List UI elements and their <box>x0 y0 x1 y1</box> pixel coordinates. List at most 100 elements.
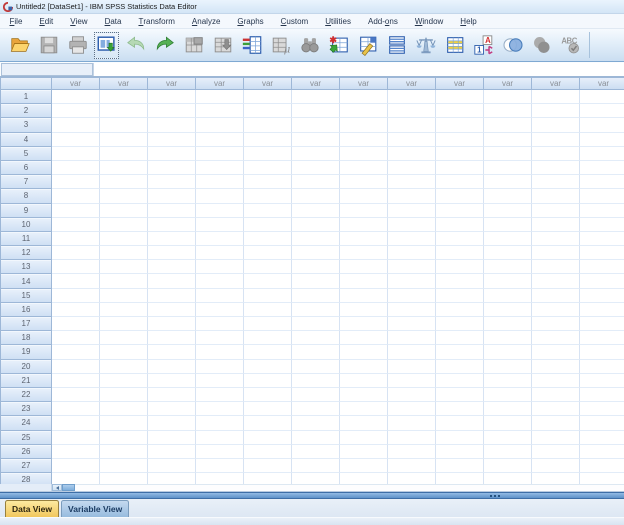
grid-cell[interactable] <box>52 90 100 105</box>
scroll-left-button[interactable] <box>52 484 62 491</box>
grid-cell[interactable] <box>532 90 580 105</box>
grid-cell[interactable] <box>580 302 624 317</box>
grid-cell[interactable] <box>100 317 148 332</box>
grid-cell[interactable] <box>580 104 624 119</box>
menu-window[interactable]: Window <box>406 14 451 28</box>
grid-cell[interactable] <box>532 288 580 303</box>
scrollbar-thumb[interactable] <box>62 484 75 491</box>
grid-cell[interactable] <box>532 302 580 317</box>
grid-cell[interactable] <box>340 274 388 289</box>
row-header[interactable]: 11 <box>0 231 52 247</box>
grid-cell[interactable] <box>292 402 340 417</box>
grid-cell[interactable] <box>100 473 148 484</box>
grid-cell[interactable] <box>148 373 196 388</box>
grid-cell[interactable] <box>196 132 244 147</box>
grid-cell[interactable] <box>292 203 340 218</box>
grid-cell[interactable] <box>196 373 244 388</box>
toolbar-insert-cases-button[interactable]: ✱ <box>326 32 351 59</box>
grid-cell[interactable] <box>100 387 148 403</box>
grid-cell[interactable] <box>340 217 388 232</box>
grid-cell[interactable] <box>52 302 100 317</box>
grid-cell[interactable] <box>436 160 484 176</box>
grid-cell[interactable] <box>292 160 340 176</box>
grid-cell[interactable] <box>196 402 244 417</box>
menu-edit[interactable]: Edit <box>31 14 62 28</box>
grid-cell[interactable] <box>484 416 532 431</box>
menu-file[interactable]: File <box>1 14 31 28</box>
grid-cell[interactable] <box>532 473 580 484</box>
grid-cell[interactable] <box>100 430 148 445</box>
grid-cell[interactable] <box>436 132 484 147</box>
grid-cell[interactable] <box>196 302 244 317</box>
grid-cell[interactable] <box>148 331 196 346</box>
grid-cell[interactable] <box>244 104 292 119</box>
grid-cell[interactable] <box>532 260 580 275</box>
grid-cell[interactable] <box>436 331 484 346</box>
grid-cell[interactable] <box>292 132 340 147</box>
grid-cell[interactable] <box>484 373 532 388</box>
menu-analyze[interactable]: Analyze <box>183 14 228 28</box>
grid-cell[interactable] <box>436 387 484 403</box>
grid-cell[interactable] <box>100 175 148 190</box>
grid-cell[interactable] <box>580 160 624 176</box>
grid-cell[interactable] <box>292 387 340 403</box>
grid-cell[interactable] <box>100 231 148 247</box>
grid-cell[interactable] <box>580 458 624 474</box>
row-header[interactable]: 6 <box>0 160 52 176</box>
grid-cell[interactable] <box>340 90 388 105</box>
grid-cell[interactable] <box>148 387 196 403</box>
grid-cell[interactable] <box>52 331 100 346</box>
grid-cell[interactable] <box>388 402 436 417</box>
grid-cell[interactable] <box>532 246 580 261</box>
grid-cell[interactable] <box>532 430 580 445</box>
grid-cell[interactable] <box>532 118 580 133</box>
grid-cell[interactable] <box>100 458 148 474</box>
grid-cell[interactable] <box>292 345 340 360</box>
grid-cell[interactable] <box>100 402 148 417</box>
grid-cell[interactable] <box>196 246 244 261</box>
grid-cell[interactable] <box>532 373 580 388</box>
grid-cell[interactable] <box>52 274 100 289</box>
grid-cell[interactable] <box>244 189 292 204</box>
grid-cell[interactable] <box>340 317 388 332</box>
grid-cell[interactable] <box>532 416 580 431</box>
grid-cell[interactable] <box>292 104 340 119</box>
row-header[interactable]: 8 <box>0 189 52 204</box>
grid-cell[interactable] <box>196 104 244 119</box>
grid-cell[interactable] <box>148 189 196 204</box>
grid-cell[interactable] <box>292 260 340 275</box>
row-header[interactable]: 13 <box>0 260 52 275</box>
grid-cell[interactable] <box>580 217 624 232</box>
grid-cell[interactable] <box>340 288 388 303</box>
grid-cell[interactable] <box>52 175 100 190</box>
grid-cell[interactable] <box>484 430 532 445</box>
grid-cell[interactable] <box>196 160 244 176</box>
grid-cell[interactable] <box>484 246 532 261</box>
column-header[interactable]: var <box>340 77 388 90</box>
grid-cell[interactable] <box>388 345 436 360</box>
grid-cell[interactable] <box>484 402 532 417</box>
grid-cell[interactable] <box>580 231 624 247</box>
column-header[interactable]: var <box>52 77 100 90</box>
grid-cell[interactable] <box>340 203 388 218</box>
grid-cell[interactable] <box>388 132 436 147</box>
grid-cell[interactable] <box>484 288 532 303</box>
grid-cell[interactable] <box>244 118 292 133</box>
grid-cell[interactable] <box>388 387 436 403</box>
grid-cell[interactable] <box>148 118 196 133</box>
grid-cell[interactable] <box>244 260 292 275</box>
grid-cell[interactable] <box>388 231 436 247</box>
grid-cell[interactable] <box>436 302 484 317</box>
grid-cell[interactable] <box>340 444 388 459</box>
grid-cell[interactable] <box>52 231 100 247</box>
grid-cell[interactable] <box>532 160 580 176</box>
grid-corner-cell[interactable] <box>0 77 52 90</box>
row-header[interactable]: 14 <box>0 274 52 289</box>
grid-cell[interactable] <box>580 246 624 261</box>
grid-cell[interactable] <box>532 132 580 147</box>
toolbar-spell-check-button[interactable]: ABC <box>558 32 583 59</box>
row-header[interactable]: 9 <box>0 203 52 218</box>
grid-cell[interactable] <box>244 231 292 247</box>
grid-cell[interactable] <box>196 345 244 360</box>
grid-cell[interactable] <box>388 118 436 133</box>
